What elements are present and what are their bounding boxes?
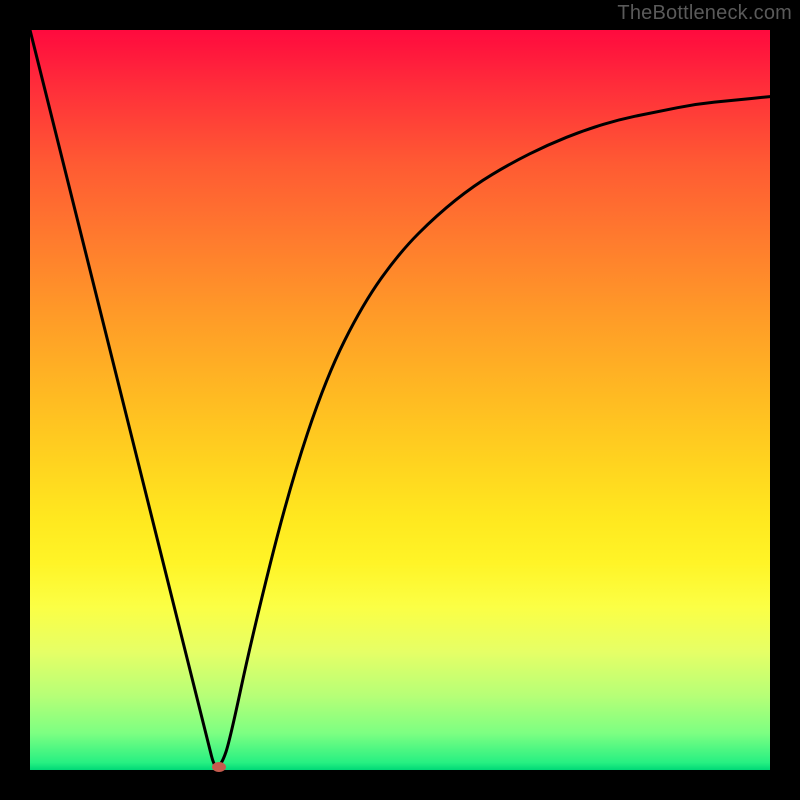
curve-svg: [30, 30, 770, 770]
chart-frame: TheBottleneck.com: [0, 0, 800, 800]
watermark-text: TheBottleneck.com: [617, 2, 792, 25]
plot-area: [30, 30, 770, 770]
minimum-marker: [212, 762, 226, 772]
bottleneck-curve-path: [30, 30, 770, 767]
